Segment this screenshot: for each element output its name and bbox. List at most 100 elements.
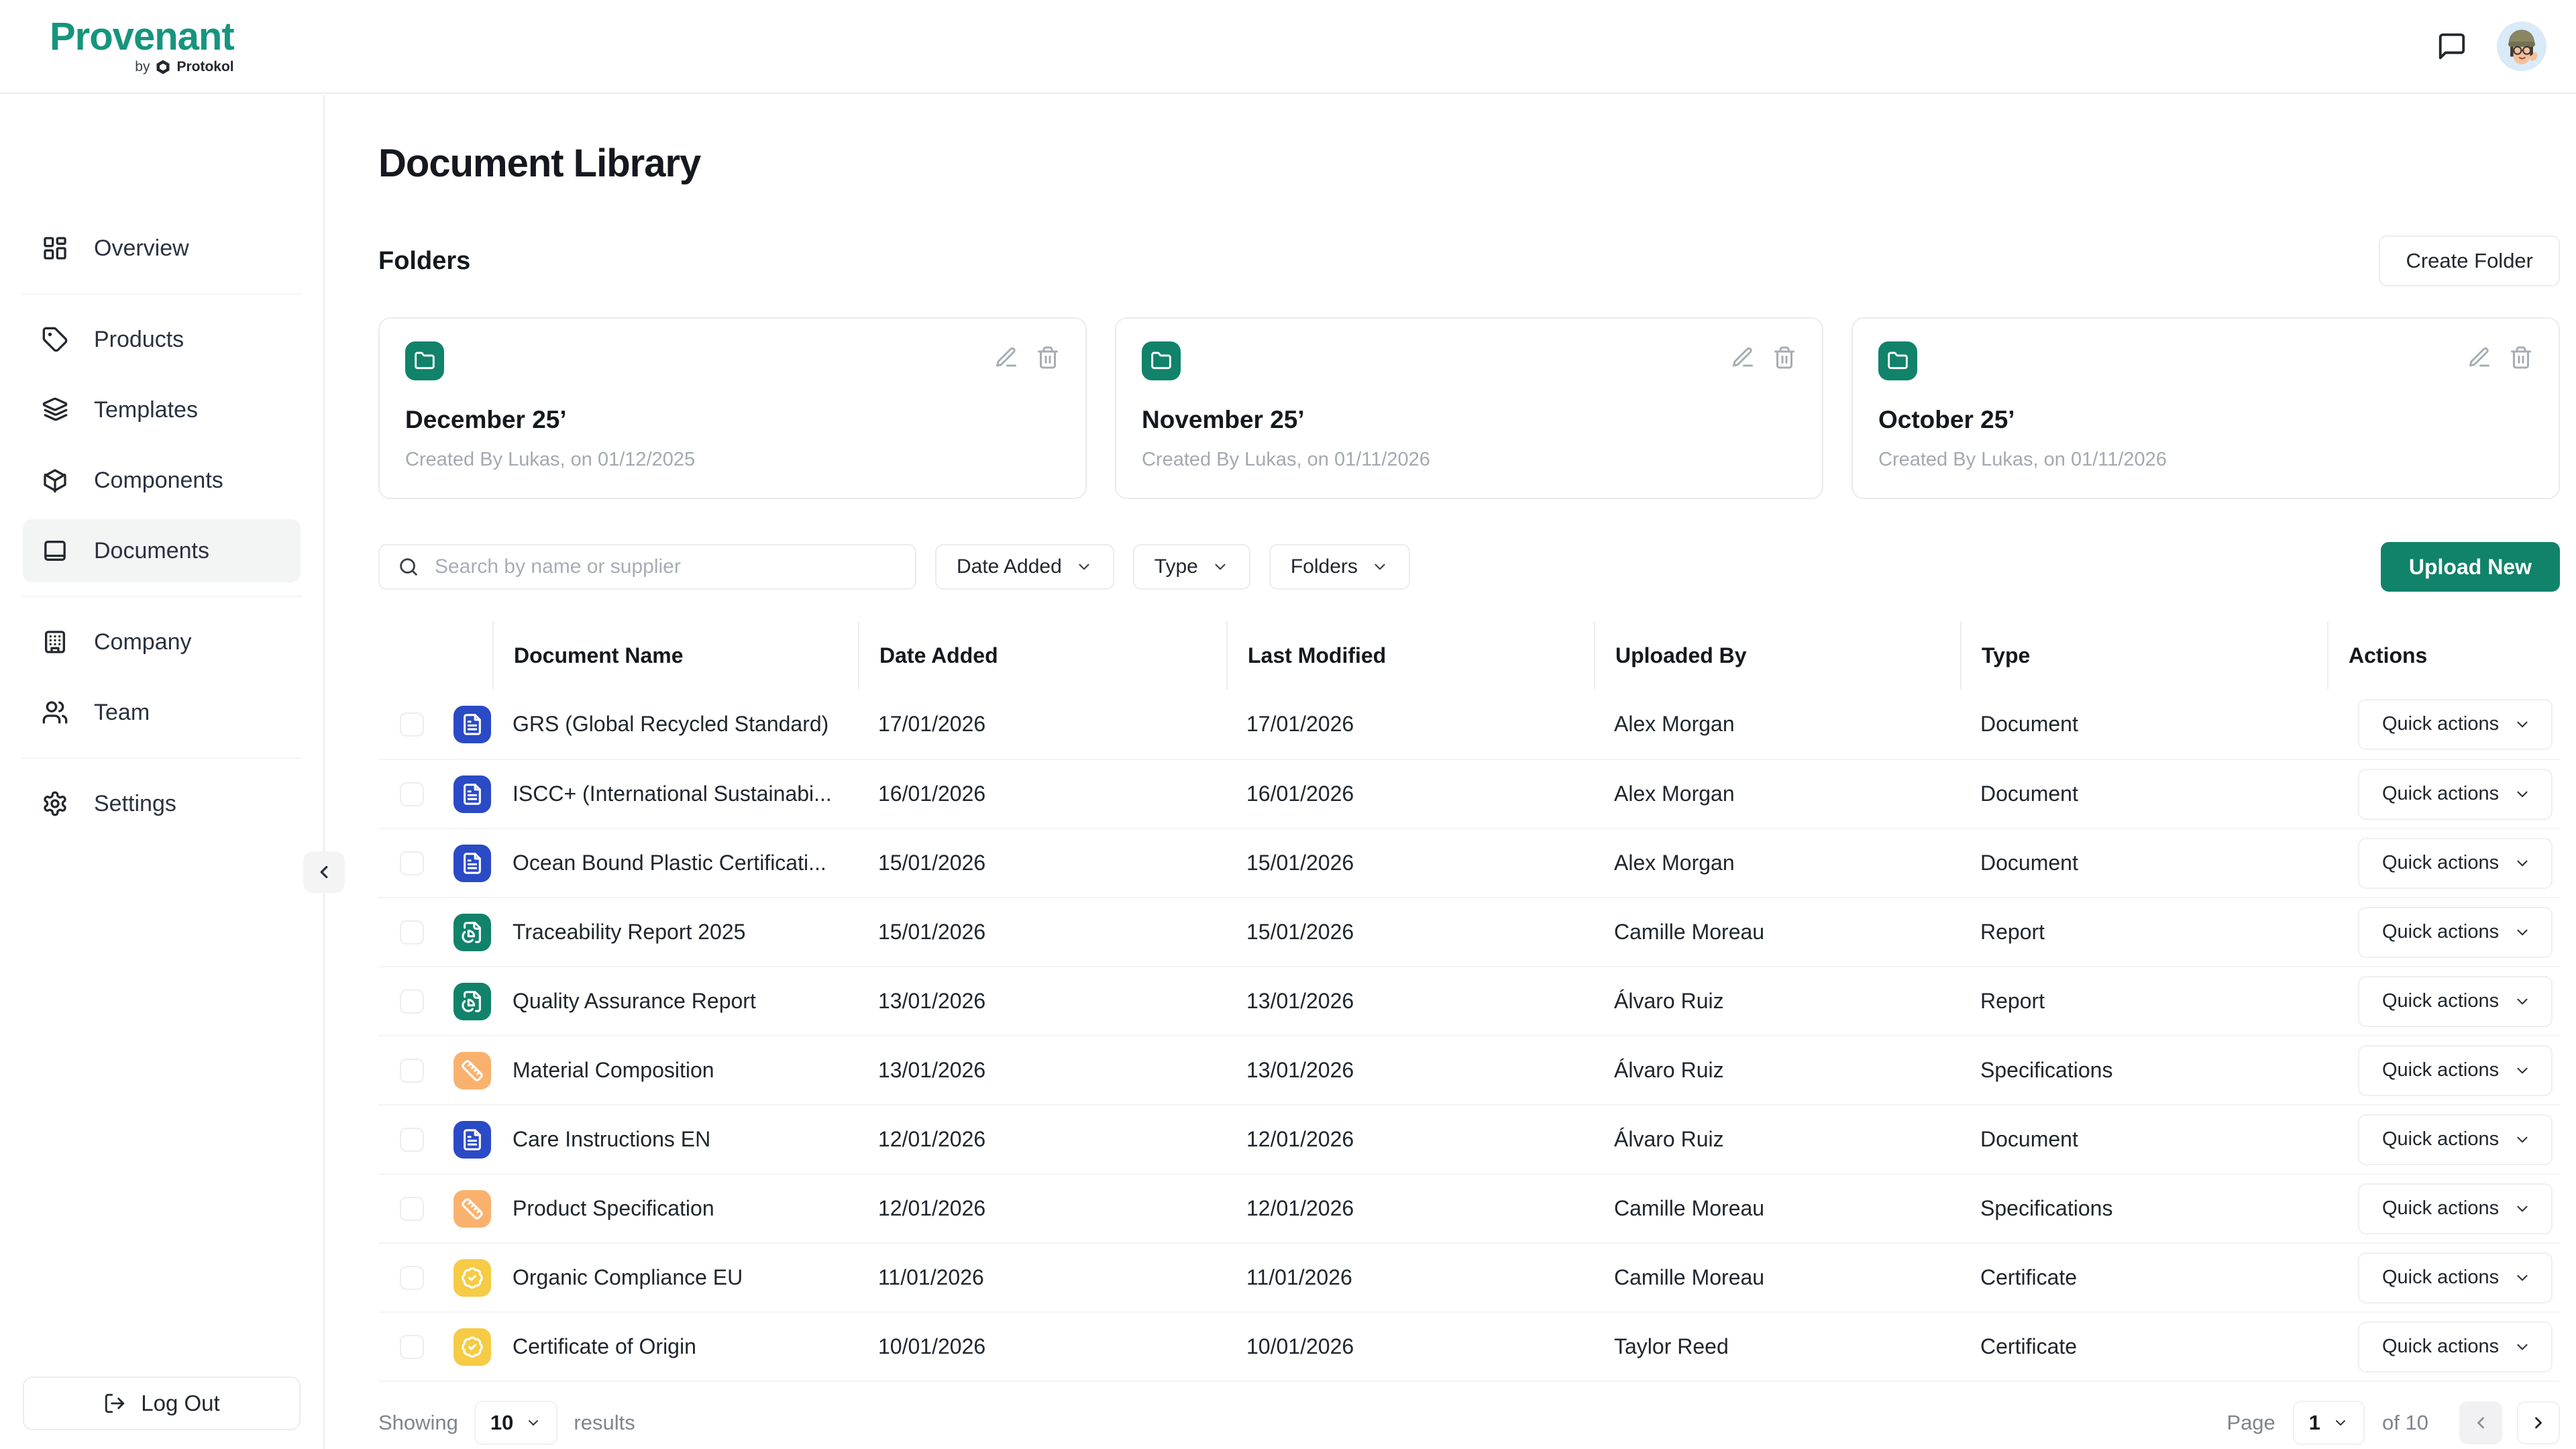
last-modified: 11/01/2026 — [1226, 1265, 1594, 1290]
document-file-icon — [461, 1128, 484, 1151]
column-type: Type — [1960, 621, 2327, 690]
create-folder-button[interactable]: Create Folder — [2379, 235, 2560, 286]
chat-bubble-icon[interactable] — [2436, 31, 2467, 62]
sidebar-item-team[interactable]: Team — [23, 681, 301, 744]
user-avatar[interactable] — [2497, 21, 2546, 71]
folder-name: October 25’ — [1878, 406, 2533, 434]
folder-card[interactable]: November 25’ Created By Lukas, on 01/11/… — [1115, 317, 1823, 499]
main-content: Document Library Folders Create Folder D… — [325, 95, 2576, 1449]
table-footer: Showing 10 results Page 1 of 10 — [378, 1401, 2560, 1445]
row-checkbox[interactable] — [400, 1335, 424, 1359]
chevron-down-icon — [2514, 1131, 2531, 1148]
table-row: Ocean Bound Plastic Certificati... 15/01… — [378, 828, 2560, 897]
row-checkbox[interactable] — [400, 712, 424, 737]
folders-heading: Folders — [378, 247, 470, 276]
sidebar-item-label: Team — [94, 700, 150, 726]
folder-card[interactable]: December 25’ Created By Lukas, on 01/12/… — [378, 317, 1087, 499]
page-size-select[interactable]: 10 — [474, 1401, 557, 1445]
documents-table: Document Name Date Added Last Modified U… — [378, 621, 2560, 1382]
cube-icon — [42, 467, 68, 494]
document-name: Care Instructions EN — [492, 1127, 858, 1152]
quick-actions-button[interactable]: Quick actions — [2358, 907, 2553, 958]
delete-folder-icon[interactable] — [1036, 345, 1060, 370]
column-select — [378, 621, 492, 690]
sidebar-item-documents[interactable]: Documents — [23, 519, 301, 582]
table-header: Document Name Date Added Last Modified U… — [378, 621, 2560, 690]
page-select[interactable]: 1 — [2293, 1401, 2365, 1445]
sidebar-item-overview[interactable]: Overview — [23, 217, 301, 280]
column-actions: Actions — [2327, 621, 2560, 690]
quick-actions-button[interactable]: Quick actions — [2358, 769, 2553, 820]
date-added: 17/01/2026 — [858, 712, 1226, 737]
filter-date-added[interactable]: Date Added — [935, 544, 1114, 590]
row-checkbox[interactable] — [400, 920, 424, 945]
sidebar-item-label: Components — [94, 468, 223, 494]
sidebar-item-products[interactable]: Products — [23, 308, 301, 371]
quick-actions-button[interactable]: Quick actions — [2358, 1114, 2553, 1165]
delete-folder-icon[interactable] — [2509, 345, 2533, 370]
sidebar-divider — [21, 757, 302, 759]
row-checkbox[interactable] — [400, 1059, 424, 1083]
table-row: Care Instructions EN 12/01/2026 12/01/20… — [378, 1104, 2560, 1173]
brand-byline: by — [135, 59, 150, 75]
specifications-file-icon — [461, 1059, 484, 1082]
quick-actions-button[interactable]: Quick actions — [2358, 976, 2553, 1027]
row-checkbox[interactable] — [400, 989, 424, 1014]
sidebar-item-templates[interactable]: Templates — [23, 378, 301, 441]
edit-folder-icon[interactable] — [994, 345, 1018, 370]
folder-meta: Created By Lukas, on 01/11/2026 — [1878, 449, 2533, 471]
search-input[interactable] — [435, 555, 898, 578]
users-icon — [42, 699, 68, 726]
sidebar-item-label: Company — [94, 629, 192, 655]
logout-button[interactable]: Log Out — [23, 1377, 301, 1430]
quick-actions-button[interactable]: Quick actions — [2358, 699, 2553, 750]
quick-actions-button[interactable]: Quick actions — [2358, 838, 2553, 889]
row-checkbox[interactable] — [400, 851, 424, 875]
date-added: 12/01/2026 — [858, 1127, 1226, 1152]
edit-folder-icon[interactable] — [2467, 345, 2491, 370]
brand-company: Protokol — [176, 59, 233, 75]
filter-folders[interactable]: Folders — [1269, 544, 1410, 590]
specifications-file-icon — [461, 1197, 484, 1220]
table-row: Organic Compliance EU 11/01/2026 11/01/2… — [378, 1242, 2560, 1311]
search-box — [378, 544, 916, 590]
table-row: Material Composition 13/01/2026 13/01/20… — [378, 1035, 2560, 1104]
edit-folder-icon[interactable] — [1731, 345, 1755, 370]
sidebar: Overview Products Templates Components D… — [0, 95, 325, 1449]
uploaded-by: Alex Morgan — [1594, 782, 1960, 806]
row-checkbox[interactable] — [400, 782, 424, 806]
quick-actions-button[interactable]: Quick actions — [2358, 1183, 2553, 1234]
row-checkbox[interactable] — [400, 1128, 424, 1152]
date-added: 13/01/2026 — [858, 989, 1226, 1014]
report-file-icon — [461, 990, 484, 1013]
row-checkbox[interactable] — [400, 1197, 424, 1221]
filter-type[interactable]: Type — [1133, 544, 1250, 590]
chevron-down-icon — [2514, 786, 2531, 803]
next-page-button[interactable] — [2517, 1401, 2560, 1444]
upload-new-button[interactable]: Upload New — [2381, 542, 2560, 592]
delete-folder-icon[interactable] — [1772, 345, 1796, 370]
sidebar-item-label: Settings — [94, 791, 176, 817]
folder-card[interactable]: October 25’ Created By Lukas, on 01/11/2… — [1851, 317, 2560, 499]
folder-icon — [1887, 350, 1909, 372]
quick-actions-button[interactable]: Quick actions — [2358, 1322, 2553, 1373]
previous-page-button[interactable] — [2459, 1401, 2502, 1444]
date-added: 16/01/2026 — [858, 782, 1226, 806]
quick-actions-button[interactable]: Quick actions — [2358, 1045, 2553, 1096]
chevron-down-icon — [1075, 558, 1093, 576]
dashboard-grid-icon — [42, 235, 68, 262]
folder-cards: December 25’ Created By Lukas, on 01/12/… — [378, 317, 2560, 499]
table-row: Traceability Report 2025 15/01/2026 15/0… — [378, 897, 2560, 966]
row-checkbox[interactable] — [400, 1266, 424, 1290]
tag-icon — [42, 326, 68, 353]
folder-name: December 25’ — [405, 406, 1060, 434]
chevron-down-icon — [2514, 924, 2531, 941]
uploaded-by: Alex Morgan — [1594, 712, 1960, 737]
chevron-down-icon — [1212, 558, 1229, 576]
logout-label: Log Out — [141, 1391, 219, 1416]
folder-meta: Created By Lukas, on 01/11/2026 — [1142, 449, 1796, 471]
sidebar-item-settings[interactable]: Settings — [23, 772, 301, 835]
quick-actions-button[interactable]: Quick actions — [2358, 1252, 2553, 1303]
sidebar-item-components[interactable]: Components — [23, 449, 301, 512]
sidebar-item-company[interactable]: Company — [23, 610, 301, 674]
